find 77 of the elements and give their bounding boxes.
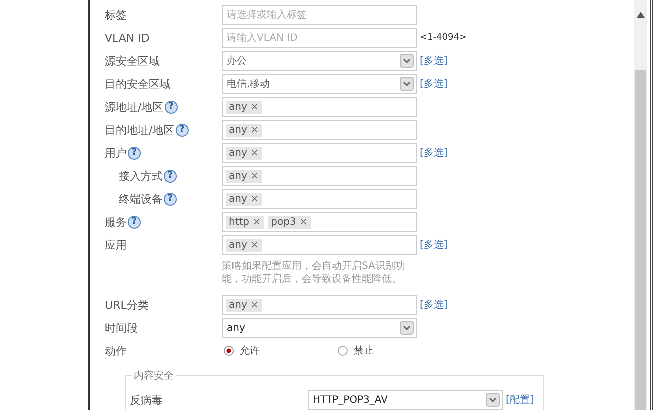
link[interactable]: [多选] — [420, 77, 448, 91]
field-label: VLAN ID — [105, 32, 150, 44]
scroll-up-icon[interactable] — [636, 12, 644, 18]
range-hint: <1-4094> — [420, 33, 467, 43]
field-label: 服务 — [105, 214, 127, 230]
field-label: URL分类 — [105, 298, 149, 312]
tag-field[interactable]: any × — [222, 235, 417, 255]
tag-field[interactable]: any × — [222, 166, 417, 186]
link[interactable]: [多选] — [420, 146, 448, 160]
radio-label: 禁止 — [354, 344, 374, 358]
dropdown-value: HTTP_POP3_AV — [313, 394, 388, 406]
tag-field[interactable]: any × — [222, 97, 417, 117]
field-label: 终端设备 — [119, 192, 163, 206]
dropdown-icon[interactable] — [400, 321, 414, 335]
help-icon[interactable]: ? — [164, 170, 177, 182]
field-label: 动作 — [105, 344, 127, 358]
field-label: 目的安全区域 — [105, 76, 171, 92]
tag-field[interactable]: any × — [222, 189, 417, 209]
remove-button[interactable]: × — [299, 216, 308, 228]
dropdown-icon[interactable] — [400, 54, 414, 68]
scroll-thumb[interactable] — [635, 70, 646, 410]
input-field[interactable]: 请输入VLAN ID — [222, 28, 417, 48]
scrollbar[interactable] — [634, 0, 647, 410]
field-label: 源安全区域 — [105, 54, 160, 68]
remove-button[interactable]: × — [250, 170, 259, 182]
remove-button[interactable]: × — [250, 300, 259, 310]
dropdown-icon[interactable] — [400, 77, 414, 91]
tag-field[interactable]: any × — [222, 143, 417, 163]
field-label: 用户 — [105, 146, 127, 160]
tag: any × — [226, 238, 262, 252]
remove-button[interactable]: × — [252, 216, 262, 228]
dropdown[interactable]: HTTP_POP3_AV — [308, 390, 503, 410]
input-field[interactable]: 请选择或输入标签 — [222, 5, 417, 25]
tag: any × — [226, 170, 262, 182]
field-label: 源地址/地区 — [105, 100, 164, 114]
field-label: 时间段 — [105, 320, 138, 336]
dropdown[interactable]: 办公 — [222, 51, 417, 71]
tag: any × — [226, 192, 262, 206]
dropdown-icon[interactable] — [486, 393, 500, 407]
field-label: 反病毒 — [130, 392, 163, 408]
tag-field[interactable]: any × — [222, 120, 417, 140]
hint-text: 策略如果配置应用，会自动开启SA识别功能，功能开启后，会导致设备性能降低。 — [222, 260, 406, 286]
dropdown-value: 办公 — [227, 54, 247, 68]
link[interactable]: [多选] — [420, 298, 448, 312]
help-icon[interactable]: ? — [176, 124, 189, 136]
link[interactable]: [多选] — [420, 238, 448, 252]
radio-button[interactable] — [338, 346, 348, 356]
help-icon[interactable]: ? — [164, 100, 178, 114]
dropdown[interactable]: any — [222, 318, 417, 338]
field-label: 接入方式 — [119, 168, 163, 184]
dropdown[interactable]: 电信,移动 — [222, 74, 417, 94]
radio-button[interactable] — [224, 346, 234, 356]
field-label: 目的地址/地区 — [105, 122, 175, 138]
remove-button[interactable]: × — [250, 148, 259, 158]
link[interactable]: [配置] — [506, 393, 534, 407]
field-label: 应用 — [105, 238, 127, 252]
help-icon[interactable]: ? — [128, 216, 141, 228]
tag: any × — [226, 100, 262, 114]
help-icon[interactable]: ? — [164, 192, 177, 206]
tag: any × — [226, 298, 262, 312]
tag-field[interactable]: any × — [222, 295, 417, 315]
field-label: 标签 — [105, 8, 127, 22]
tag-field[interactable]: http × pop3 × — [222, 212, 417, 232]
help-icon[interactable]: ? — [128, 146, 141, 160]
remove-button[interactable]: × — [250, 194, 259, 204]
remove-button[interactable]: × — [250, 124, 259, 136]
tag: pop3 × — [268, 216, 311, 228]
radio-label: 允许 — [240, 344, 260, 358]
dropdown-value: 电信,移动 — [227, 78, 270, 91]
tag: any × — [226, 124, 262, 136]
tag: http × — [226, 216, 264, 228]
section-title: 内容安全 — [132, 369, 176, 383]
link[interactable]: [多选] — [420, 54, 448, 68]
remove-button[interactable]: × — [250, 102, 259, 112]
remove-button[interactable]: × — [250, 240, 259, 250]
tag: any × — [226, 146, 262, 160]
dropdown-value: any — [227, 322, 246, 334]
